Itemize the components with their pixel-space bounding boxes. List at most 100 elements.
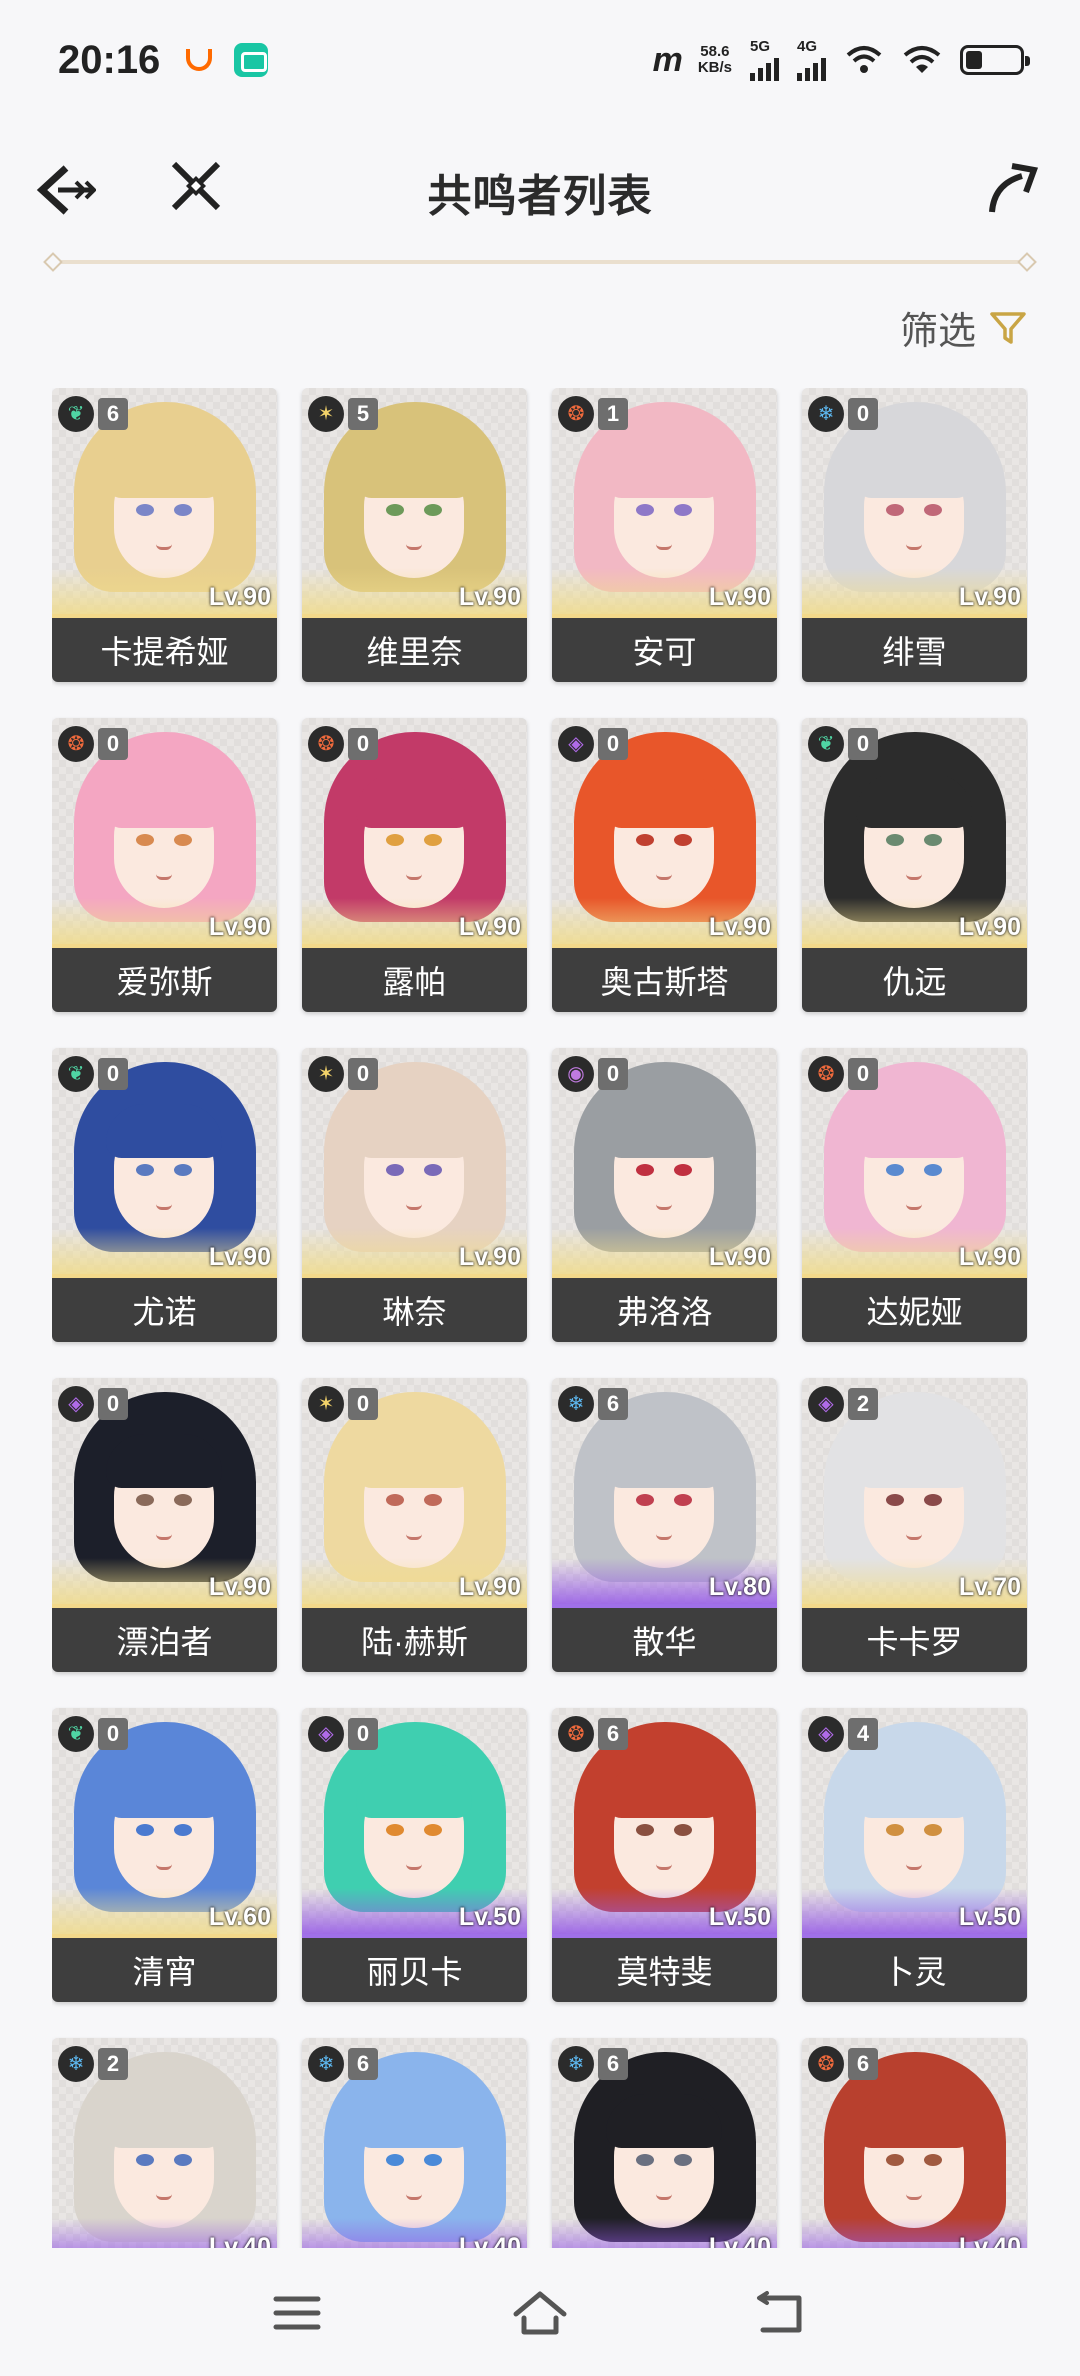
aero-element-icon: ❦ [58, 1056, 94, 1092]
character-card[interactable]: ❂ 1 Lv.90 安可 [552, 388, 777, 682]
aero-element-icon: ❦ [808, 726, 844, 762]
portrait-mouth [156, 2194, 172, 2200]
spectro-element-icon: ✶ [308, 396, 344, 432]
character-level: Lv.90 [458, 1573, 521, 1601]
portrait-mouth [156, 1864, 172, 1870]
portrait-mouth [156, 1534, 172, 1540]
sequence-count-badge: 0 [348, 1058, 378, 1090]
character-card[interactable]: ❂ 0 Lv.90 露帕 [302, 718, 527, 1012]
character-card[interactable]: ◈ 0 Lv.90 奥古斯塔 [552, 718, 777, 1012]
character-level: Lv.50 [958, 1903, 1021, 1931]
character-level: Lv.90 [958, 583, 1021, 611]
filter-button[interactable]: 筛选 [900, 300, 1028, 355]
character-card[interactable]: ❦ 0 Lv.60 清宵 [52, 1708, 277, 2002]
character-card[interactable]: ❄ 6 Lv.40 [552, 2038, 777, 2248]
sequence-count-badge: 2 [98, 2048, 128, 2080]
fusion-element-icon: ❂ [308, 726, 344, 762]
character-name: 绯雪 [802, 618, 1027, 682]
portrait-bangs [856, 1764, 972, 1818]
portrait-bangs [106, 1104, 222, 1158]
recent-apps-button[interactable] [262, 2278, 332, 2348]
character-card[interactable]: ✶ 0 Lv.90 陆·赫斯 [302, 1378, 527, 1672]
portrait-eye [174, 1494, 192, 1506]
havoc-element-icon: ◈ [308, 1716, 344, 1752]
portrait-eye [924, 2154, 942, 2166]
character-level: Lv.90 [708, 583, 771, 611]
portrait-mouth [656, 1864, 672, 1870]
portrait-mouth [906, 1534, 922, 1540]
portrait-bangs [356, 444, 472, 498]
character-card[interactable]: ❄ 0 Lv.90 绯雪 [802, 388, 1027, 682]
portrait-mouth [656, 544, 672, 550]
system-nav-bar [0, 2248, 1080, 2376]
character-card[interactable]: ❂ 0 Lv.90 爱弥斯 [52, 718, 277, 1012]
character-level: Lv.50 [458, 1903, 521, 1931]
portrait-eye [174, 2154, 192, 2166]
portrait-eye [386, 834, 404, 846]
character-card[interactable]: ◈ 0 Lv.50 丽贝卡 [302, 1708, 527, 2002]
portrait-mouth [406, 1204, 422, 1210]
electro-element-icon: ◉ [558, 1056, 594, 1092]
aero-element-icon: ❦ [58, 1716, 94, 1752]
character-level: Lv.90 [458, 1243, 521, 1271]
share-icon[interactable] [986, 160, 1040, 216]
portrait-mouth [656, 1204, 672, 1210]
home-button[interactable] [505, 2278, 575, 2348]
character-card[interactable]: ◉ 0 Lv.90 弗洛洛 [552, 1048, 777, 1342]
character-name: 漂泊者 [52, 1608, 277, 1672]
shopping-app-icon [186, 49, 213, 71]
vendor-logo-icon: m [652, 40, 683, 79]
portrait-bangs [856, 1434, 972, 1488]
havoc-element-icon: ◈ [808, 1386, 844, 1422]
character-card[interactable]: ❄ 6 Lv.80 散华 [552, 1378, 777, 1672]
character-card[interactable]: ◈ 2 Lv.70 卡卡罗 [802, 1378, 1027, 1672]
portrait-eye [174, 1164, 192, 1176]
character-card[interactable]: ❄ 6 Lv.40 [302, 2038, 527, 2248]
character-level: Lv.90 [208, 583, 271, 611]
character-card[interactable]: ❂ 0 Lv.90 达妮娅 [802, 1048, 1027, 1342]
portrait-eye [636, 834, 654, 846]
wifi-icon [903, 46, 941, 73]
glacio-element-icon: ❄ [308, 2046, 344, 2082]
fusion-element-icon: ❂ [558, 396, 594, 432]
filter-label: 筛选 [899, 311, 976, 353]
portrait-eye [674, 834, 692, 846]
character-name: 达妮娅 [802, 1278, 1027, 1342]
character-level: Lv.60 [208, 1903, 271, 1931]
portrait-eye [636, 504, 654, 516]
sequence-count-badge: 6 [598, 1718, 628, 1750]
character-card[interactable]: ❦ 0 Lv.90 尤诺 [52, 1048, 277, 1342]
sequence-count-badge: 0 [98, 1388, 128, 1420]
messaging-app-icon [234, 43, 269, 77]
portrait-eye [674, 1494, 692, 1506]
character-card[interactable]: ❦ 6 Lv.90 卡提希娅 [52, 388, 277, 682]
character-card[interactable]: ❂ 6 Lv.40 [802, 2038, 1027, 2248]
sequence-count-badge: 0 [848, 1058, 878, 1090]
character-card[interactable]: ❦ 0 Lv.90 仇远 [802, 718, 1027, 1012]
portrait-eye [886, 2154, 904, 2166]
sequence-count-badge: 0 [98, 1718, 128, 1750]
character-card[interactable]: ◈ 0 Lv.90 漂泊者 [52, 1378, 277, 1672]
portrait-mouth [906, 1864, 922, 1870]
character-card[interactable]: ❄ 2 Lv.40 [52, 2038, 277, 2248]
portrait-bangs [106, 2094, 222, 2148]
character-card[interactable]: ◈ 4 Lv.50 卜灵 [802, 1708, 1027, 2002]
portrait-eye [424, 504, 442, 516]
portrait-eye [174, 504, 192, 516]
character-level: Lv.90 [458, 913, 521, 941]
status-time: 20:16 [58, 37, 161, 82]
portrait-mouth [656, 2194, 672, 2200]
sequence-count-badge: 6 [598, 1388, 628, 1420]
portrait-eye [674, 1824, 692, 1836]
portrait-eye [424, 1164, 442, 1176]
character-level: Lv.90 [208, 913, 271, 941]
character-card[interactable]: ✶ 0 Lv.90 琳奈 [302, 1048, 527, 1342]
portrait-bangs [356, 774, 472, 828]
system-back-button[interactable] [745, 2278, 815, 2348]
portrait-eye [136, 2154, 154, 2166]
character-card[interactable]: ✶ 5 Lv.90 维里奈 [302, 388, 527, 682]
character-card[interactable]: ❂ 6 Lv.50 莫特斐 [552, 1708, 777, 2002]
cellular-signal-4g-icon: 4G [797, 38, 826, 81]
portrait-bangs [356, 1764, 472, 1818]
character-level: Lv.80 [708, 1573, 771, 1601]
